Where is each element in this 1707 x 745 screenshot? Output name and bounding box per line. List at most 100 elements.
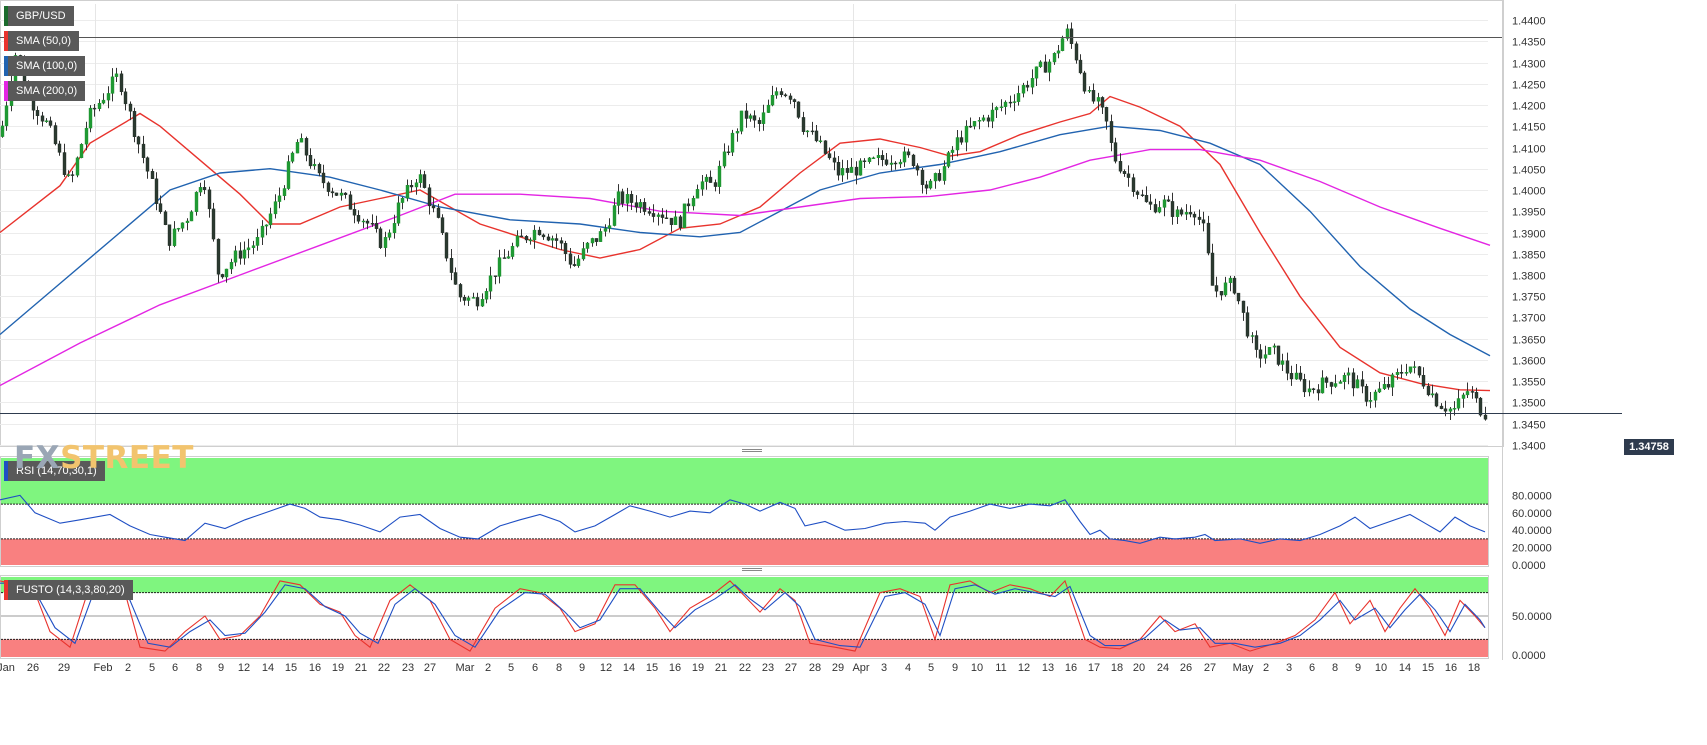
candle-body xyxy=(854,166,859,176)
candle-body xyxy=(704,176,709,182)
candle-body xyxy=(1443,408,1448,412)
x-tick-label: 6 xyxy=(1309,662,1315,674)
candle-body xyxy=(106,93,111,101)
candle-body xyxy=(361,220,366,223)
candle-body xyxy=(216,238,221,275)
candle-body xyxy=(1078,59,1083,74)
x-tick-label: May xyxy=(1233,662,1254,674)
x-tick-label: 16 xyxy=(669,662,681,674)
sma-line-500 xyxy=(0,95,1491,392)
y-tick-label: 1.4050 xyxy=(1512,165,1546,177)
candle-body xyxy=(594,238,599,242)
x-axis: Jan2629Feb25689121415161921222327Mar2568… xyxy=(0,662,1480,674)
y-tick-label: 1.4300 xyxy=(1512,59,1546,71)
candle-body xyxy=(1091,90,1096,102)
x-tick-label: 21 xyxy=(355,662,367,674)
y-tick-label: 1.4100 xyxy=(1512,144,1546,156)
candle-body xyxy=(1258,349,1263,359)
candle-body xyxy=(647,211,652,214)
candle-body xyxy=(568,253,573,265)
fusto-y-tick-label: 0.0000 xyxy=(1512,650,1546,662)
x-tick-label: 9 xyxy=(579,662,585,674)
candle-body xyxy=(1012,101,1017,103)
candle-body xyxy=(810,130,815,133)
candle-body xyxy=(1465,391,1470,396)
candle-body xyxy=(840,168,845,176)
candle-body xyxy=(788,95,793,100)
candle-body xyxy=(1377,388,1382,393)
candle-body xyxy=(246,247,251,251)
x-tick-label: 14 xyxy=(262,662,274,674)
candle-body xyxy=(1245,312,1250,337)
candle-body xyxy=(1166,199,1171,202)
candle-body xyxy=(1333,383,1338,387)
legend-swatch xyxy=(4,81,8,101)
x-tick-label: 29 xyxy=(58,662,70,674)
fxstreet-logo: FXSTREET xyxy=(14,440,194,476)
y-tick-label: 1.3900 xyxy=(1512,229,1546,241)
candle-body xyxy=(66,174,71,176)
candle-body xyxy=(563,242,568,254)
legend-sma-50[interactable]: SMA (50,0) xyxy=(4,31,80,51)
legend-sma-200[interactable]: SMA (200,0) xyxy=(4,81,86,101)
candle-body xyxy=(268,213,273,226)
candle-body xyxy=(92,107,97,110)
legend-symbol[interactable]: GBP/USD xyxy=(4,6,74,26)
x-tick-label: 5 xyxy=(928,662,934,674)
candle-body xyxy=(374,223,379,229)
legend-sma-200-label: SMA (200,0) xyxy=(16,85,78,97)
candle-body xyxy=(1285,360,1290,374)
candle-body xyxy=(466,297,471,301)
candle-body xyxy=(97,102,102,109)
candle-body xyxy=(1329,382,1334,387)
x-tick-label: 13 xyxy=(1042,662,1054,674)
candle-body xyxy=(911,154,916,167)
candle-body xyxy=(1153,204,1158,213)
x-tick-label: 21 xyxy=(715,662,727,674)
legend-swatch xyxy=(4,461,8,481)
legend-swatch xyxy=(4,6,8,26)
candle-body xyxy=(964,125,969,143)
candle-body xyxy=(1214,285,1219,292)
candle-body xyxy=(722,151,727,167)
candle-body xyxy=(1008,101,1013,104)
candle-body xyxy=(400,197,405,203)
legend-swatch xyxy=(4,580,8,600)
candle-body xyxy=(4,105,9,127)
x-tick-label: 4 xyxy=(905,662,911,674)
candle-body xyxy=(119,73,124,93)
x-tick-label: 10 xyxy=(971,662,983,674)
candle-body xyxy=(1351,372,1356,389)
x-tick-label: Feb xyxy=(94,662,113,674)
candle-body xyxy=(1210,252,1215,286)
candle-body xyxy=(726,151,731,154)
candle-body xyxy=(884,159,889,165)
candle-body xyxy=(1170,201,1175,217)
x-tick-label: 15 xyxy=(1422,662,1434,674)
candle-body xyxy=(590,238,595,244)
x-tick-label: 8 xyxy=(196,662,202,674)
candle-body xyxy=(185,220,190,223)
candle-body xyxy=(172,228,177,246)
candle-body xyxy=(537,229,542,236)
legend-fusto-label: FUSTO (14,3,3,80,20) xyxy=(16,584,125,596)
legend-sma-100[interactable]: SMA (100,0) xyxy=(4,56,86,76)
candle-body xyxy=(642,202,647,212)
candle-body xyxy=(79,143,84,158)
x-tick-label: 6 xyxy=(532,662,538,674)
candle-body xyxy=(1272,345,1277,348)
candle-body xyxy=(515,235,520,247)
candle-body xyxy=(0,125,5,137)
legend-symbol-label: GBP/USD xyxy=(16,10,66,22)
candle-body xyxy=(370,223,375,225)
candle-body xyxy=(453,272,458,285)
candle-body xyxy=(695,189,700,199)
candle-body xyxy=(440,217,445,233)
candle-body xyxy=(40,115,45,122)
candle-body xyxy=(673,216,678,225)
legend-fusto[interactable]: FUSTO (14,3,3,80,20) xyxy=(4,580,133,600)
candle-body xyxy=(678,216,683,228)
y-tick-label: 1.4400 xyxy=(1512,16,1546,28)
candle-body xyxy=(757,119,762,124)
candle-body xyxy=(431,205,436,209)
